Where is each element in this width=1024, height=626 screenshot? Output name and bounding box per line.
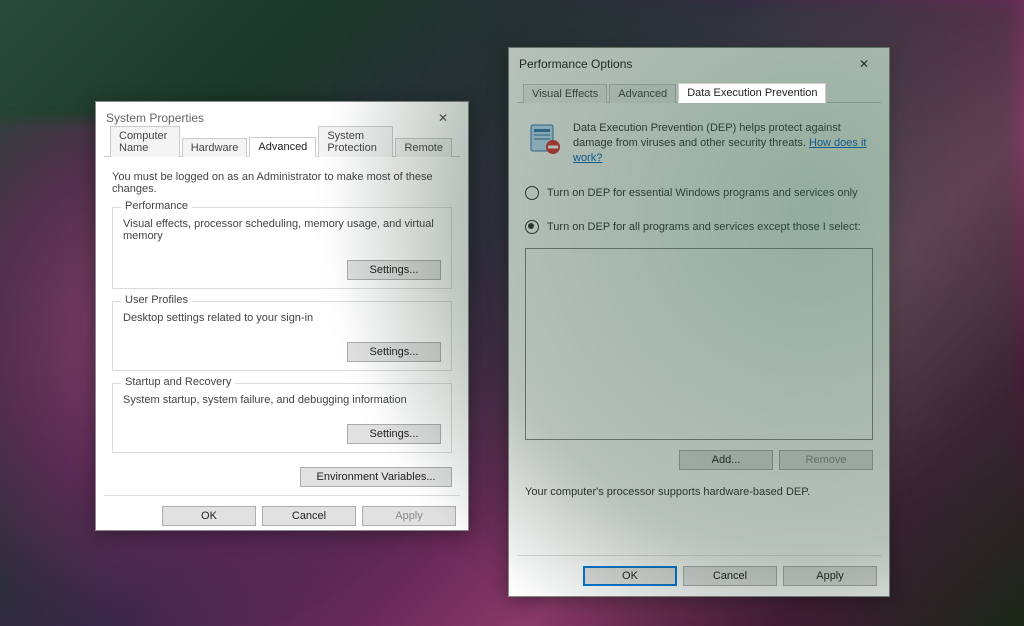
user-profiles-settings-button[interactable]: Settings... [347, 342, 441, 362]
close-icon[interactable]: ✕ [426, 108, 460, 128]
group-user-profiles: User Profiles Desktop settings related t… [112, 301, 452, 371]
tab-computer-name[interactable]: Computer Name [110, 126, 180, 157]
window-title: System Properties [106, 111, 204, 125]
tab-dep[interactable]: Data Execution Prevention [678, 83, 826, 103]
remove-button[interactable]: Remove [779, 450, 873, 470]
performance-options-dialog: Performance Options ✕ Visual Effects Adv… [508, 47, 890, 597]
cancel-button[interactable]: Cancel [262, 506, 356, 526]
dep-icon [525, 121, 565, 157]
tab-system-protection[interactable]: System Protection [318, 126, 393, 157]
titlebar[interactable]: Performance Options ✕ [509, 48, 889, 80]
radio-dep-essential[interactable]: Turn on DEP for essential Windows progra… [525, 186, 873, 200]
radio-icon [525, 220, 539, 234]
dep-support-note: Your computer's processor supports hardw… [525, 486, 873, 498]
radio-dep-all-except-label: Turn on DEP for all programs and service… [547, 221, 861, 233]
environment-variables-button[interactable]: Environment Variables... [300, 467, 452, 487]
performance-settings-button[interactable]: Settings... [347, 260, 441, 280]
ok-button[interactable]: OK [162, 506, 256, 526]
startup-recovery-settings-button[interactable]: Settings... [347, 424, 441, 444]
tab-remote[interactable]: Remote [395, 138, 452, 157]
dep-exception-listbox[interactable] [525, 248, 873, 440]
radio-dep-all-except[interactable]: Turn on DEP for all programs and service… [525, 220, 873, 234]
dep-description-text: Data Execution Prevention (DEP) helps pr… [573, 122, 841, 149]
dialog1-footer: OK Cancel Apply [96, 496, 468, 536]
group-startup-recovery-desc: System startup, system failure, and debu… [123, 394, 441, 406]
tab-content-dep: Data Execution Prevention (DEP) helps pr… [509, 103, 889, 555]
dep-description: Data Execution Prevention (DEP) helps pr… [573, 121, 873, 166]
cancel-button[interactable]: Cancel [683, 566, 777, 586]
admin-note: You must be logged on as an Administrato… [112, 171, 452, 195]
tabstrip: Visual Effects Advanced Data Execution P… [517, 80, 881, 103]
apply-button[interactable]: Apply [362, 506, 456, 526]
tab-visual-effects[interactable]: Visual Effects [523, 84, 607, 103]
group-performance: Performance Visual effects, processor sc… [112, 207, 452, 289]
group-performance-desc: Visual effects, processor scheduling, me… [123, 218, 441, 242]
group-user-profiles-desc: Desktop settings related to your sign-in [123, 312, 441, 324]
add-button[interactable]: Add... [679, 450, 773, 470]
tabstrip: Computer Name Hardware Advanced System P… [104, 134, 460, 157]
tab-content-advanced: You must be logged on as an Administrato… [96, 157, 468, 495]
system-properties-dialog: System Properties ✕ Computer Name Hardwa… [95, 101, 469, 531]
window-title: Performance Options [519, 57, 632, 71]
tab-hardware[interactable]: Hardware [182, 138, 248, 157]
group-startup-recovery: Startup and Recovery System startup, sys… [112, 383, 452, 453]
group-performance-legend: Performance [121, 200, 192, 212]
tab-advanced[interactable]: Advanced [609, 84, 676, 103]
close-icon[interactable]: ✕ [847, 54, 881, 74]
apply-button[interactable]: Apply [783, 566, 877, 586]
group-startup-recovery-legend: Startup and Recovery [121, 376, 235, 388]
group-user-profiles-legend: User Profiles [121, 294, 192, 306]
ok-button[interactable]: OK [583, 566, 677, 586]
dialog2-footer: OK Cancel Apply [509, 556, 889, 596]
tab-advanced[interactable]: Advanced [249, 137, 316, 157]
radio-dep-essential-label: Turn on DEP for essential Windows progra… [547, 187, 858, 199]
radio-icon [525, 186, 539, 200]
